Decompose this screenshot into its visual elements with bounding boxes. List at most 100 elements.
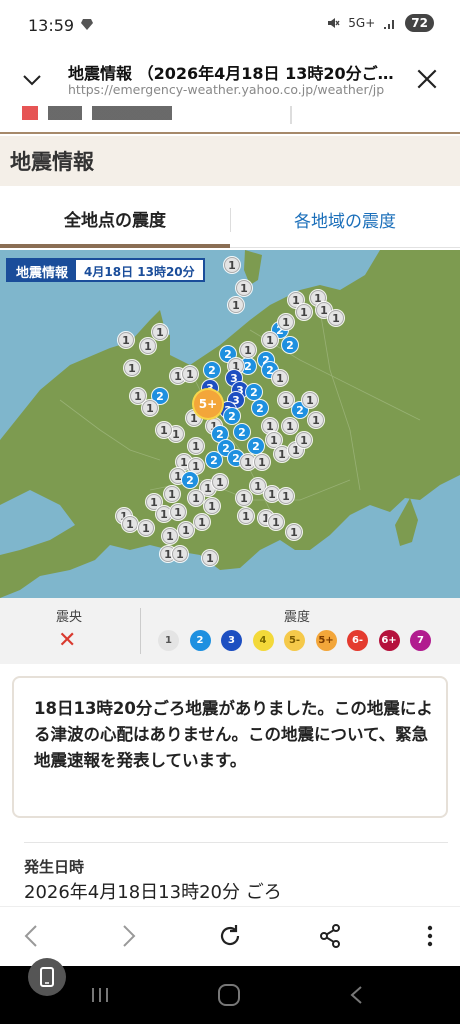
header-divider [290, 106, 292, 124]
intensity-marker[interactable]: 1 [278, 488, 294, 504]
intensity-marker[interactable]: 1 [164, 486, 180, 502]
notice-text: 18日13時20分ごろ地震がありました。この地震による津波の心配はありません。こ… [34, 699, 433, 770]
intensity-marker[interactable]: 2 [204, 362, 220, 378]
intensity-marker[interactable]: 1 [124, 360, 140, 376]
tab-bar: 全地点の震度 各地域の震度 [0, 192, 460, 248]
map-info-label: 地震情報 4月18日 13時20分 [6, 258, 205, 282]
forward-icon[interactable] [114, 922, 142, 950]
intensity-marker[interactable]: 2 [206, 452, 222, 468]
intensity-marker[interactable]: 1 [152, 324, 168, 340]
custom-tab-url-bar: 地震情報 （2026年4月18日 13時20分ご… https://emerge… [0, 52, 460, 106]
phone-icon [40, 967, 54, 987]
earthquake-notice: 18日13時20分ごろ地震がありました。この地震による津波の心配はありません。こ… [12, 676, 448, 818]
back-icon[interactable] [18, 922, 46, 950]
tab-all-locations[interactable]: 全地点の震度 [0, 192, 230, 248]
intensity-marker[interactable]: 1 [170, 504, 186, 520]
intensity-marker[interactable]: 2 [234, 424, 250, 440]
site-logo [22, 106, 172, 120]
legend-level-6-minus: 6- [347, 630, 368, 651]
network-type: 5G+ [348, 16, 376, 30]
intensity-marker[interactable]: 2 [282, 337, 298, 353]
reload-icon[interactable] [216, 922, 244, 950]
share-icon[interactable] [316, 922, 344, 950]
intensity-marker[interactable]: 1 [278, 392, 294, 408]
earthquake-map[interactable]: 地震情報 4月18日 13時20分 1 1 1 1 1 1 1 1 2 1 1 … [0, 250, 460, 598]
header-underline [0, 132, 460, 134]
floating-device-button[interactable] [28, 958, 66, 996]
intensity-marker[interactable]: 1 [194, 514, 210, 530]
legend-level-3: 3 [221, 630, 242, 651]
intensity-marker[interactable]: 2 [252, 400, 268, 416]
legend-level-2: 2 [189, 630, 211, 651]
more-icon[interactable] [416, 922, 444, 950]
intensity-marker[interactable]: 1 [302, 392, 318, 408]
intensity-marker[interactable]: 1 [278, 314, 294, 330]
intensity-marker[interactable]: 1 [122, 516, 138, 532]
legend-level-6-plus: 6+ [378, 630, 400, 651]
home-icon[interactable] [216, 983, 242, 1007]
intensity-marker[interactable]: 1 [204, 498, 220, 514]
intensity-marker[interactable]: 2 [246, 384, 262, 400]
legend-level-7: 7 [410, 630, 431, 651]
intensity-marker[interactable]: 2 [182, 472, 198, 488]
system-back-icon[interactable] [346, 984, 368, 1006]
map-legend: 震央 ✕ 震度 1 2 3 4 5- 5+ 6- 6+ 7 [0, 598, 460, 664]
legend-level-5-plus: 5+ [315, 630, 337, 651]
intensity-marker[interactable]: 1 [178, 522, 194, 538]
chevron-down-icon[interactable] [20, 68, 44, 92]
section-title: 地震情報 [10, 150, 94, 174]
epicenter-marker[interactable]: 5+ [194, 390, 222, 418]
intensity-marker[interactable]: 1 [224, 257, 240, 273]
intensity-marker[interactable]: 1 [138, 520, 154, 536]
legend-epicenter-mark: ✕ [58, 628, 77, 653]
map-label-title: 地震情報 [8, 260, 77, 281]
intensity-marker[interactable]: 1 [188, 490, 204, 506]
battery-indicator: 72 [405, 14, 434, 32]
mute-icon [328, 18, 340, 28]
close-icon[interactable] [414, 66, 440, 92]
site-header-peek [0, 106, 460, 134]
occurrence-label: 発生日時 [24, 858, 85, 876]
status-bar: 13:59 5G+ 72 [0, 0, 460, 52]
intensity-marker[interactable]: 1 [236, 280, 252, 296]
intensity-marker[interactable]: 1 [282, 418, 298, 434]
intensity-marker[interactable]: 1 [308, 412, 324, 428]
intensity-marker[interactable]: 1 [286, 524, 302, 540]
page-title: 地震情報 （2026年4月18日 13時20分ご… [68, 64, 394, 83]
legend-level-5-minus: 5- [284, 630, 305, 651]
intensity-marker[interactable]: 1 [240, 342, 256, 358]
tab-regions[interactable]: 各地域の震度 [230, 192, 460, 248]
intensity-marker[interactable]: 1 [142, 400, 158, 416]
section-header: 地震情報 [0, 136, 460, 186]
intensity-marker[interactable]: 2 [224, 408, 240, 424]
intensity-marker[interactable]: 2 [248, 438, 264, 454]
intensity-marker[interactable]: 1 [228, 297, 244, 313]
intensity-marker[interactable]: 1 [238, 508, 254, 524]
intensity-marker[interactable]: 1 [212, 474, 228, 490]
status-time: 13:59 [28, 16, 75, 35]
intensity-marker[interactable]: 1 [262, 332, 278, 348]
intensity-marker[interactable]: 1 [118, 332, 134, 348]
intensity-marker[interactable]: 1 [296, 432, 312, 448]
intensity-marker[interactable]: 1 [188, 438, 204, 454]
intensity-marker[interactable]: 1 [140, 338, 156, 354]
legend-epicenter-label: 震央 [56, 610, 83, 625]
recent-apps-icon[interactable] [88, 984, 112, 1006]
intensity-marker[interactable]: 1 [272, 370, 288, 386]
intensity-marker[interactable]: 1 [254, 454, 270, 470]
browser-toolbar [0, 906, 460, 966]
legend-separator [140, 608, 141, 654]
legend-intensity-label: 震度 [284, 610, 311, 625]
intensity-marker[interactable]: 1 [268, 514, 284, 530]
intensity-marker[interactable]: 1 [182, 366, 198, 382]
intensity-marker[interactable]: 1 [236, 490, 252, 506]
intensity-marker[interactable]: 1 [202, 550, 218, 566]
page-url[interactable]: https://emergency-weather.yahoo.co.jp/we… [68, 82, 398, 97]
intensity-marker[interactable]: 1 [172, 546, 188, 562]
system-navigation-bar [0, 966, 460, 1024]
intensity-marker[interactable]: 1 [162, 528, 178, 544]
intensity-marker[interactable]: 1 [296, 304, 312, 320]
map-label-date: 4月18日 13時20分 [84, 265, 195, 279]
intensity-marker[interactable]: 1 [156, 422, 172, 438]
intensity-marker[interactable]: 1 [328, 310, 344, 326]
